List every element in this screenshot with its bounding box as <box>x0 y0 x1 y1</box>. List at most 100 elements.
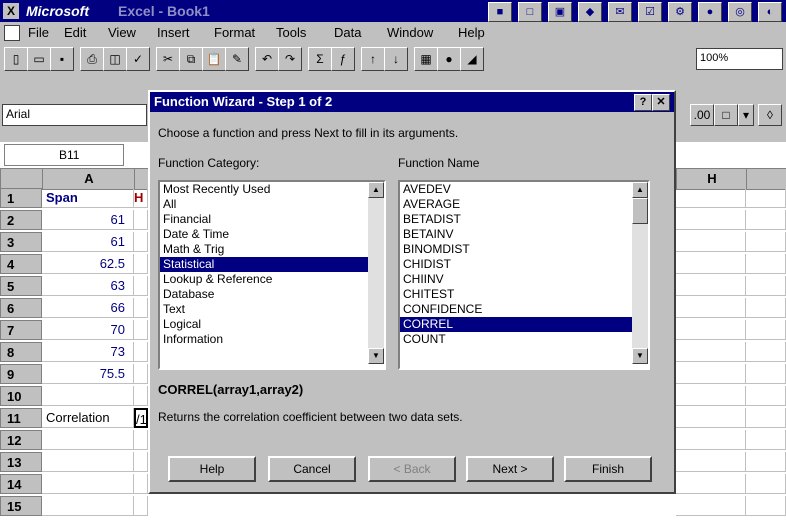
sort-ascending-icon[interactable]: ↑ <box>361 47 385 71</box>
cell-a3[interactable]: 61 <box>42 232 134 252</box>
menu-file[interactable]: File <box>28 25 49 40</box>
cell-b13[interactable] <box>134 452 148 472</box>
cell-b6[interactable] <box>134 298 148 318</box>
cell-b12[interactable] <box>134 430 148 450</box>
zoom-select[interactable]: 100% <box>696 48 783 70</box>
cell-i3[interactable] <box>746 232 786 252</box>
select-all-corner[interactable] <box>0 168 44 190</box>
cell-h6[interactable] <box>676 298 746 318</box>
cell-a2[interactable]: 61 <box>42 210 134 230</box>
map-icon[interactable]: ● <box>437 47 461 71</box>
borders-icon[interactable]: □ <box>714 104 738 126</box>
row-header[interactable]: 15 <box>0 496 42 516</box>
menu-view[interactable]: View <box>108 25 136 40</box>
row-header[interactable]: 12 <box>0 430 42 450</box>
row-header[interactable]: 1 <box>0 188 42 208</box>
row-header[interactable]: 13 <box>0 452 42 472</box>
scroll-up-icon[interactable]: ▲ <box>368 182 384 198</box>
menu-help[interactable]: Help <box>458 25 485 40</box>
cell-a15[interactable] <box>42 496 134 516</box>
save-icon[interactable]: ▪ <box>50 47 74 71</box>
cell-b15[interactable] <box>134 496 148 516</box>
cell-b4[interactable] <box>134 254 148 274</box>
cell-h9[interactable] <box>676 364 746 384</box>
cancel-button[interactable]: Cancel <box>268 456 356 482</box>
cell-b14[interactable] <box>134 474 148 494</box>
cell-h10[interactable] <box>676 386 746 406</box>
spelling-icon[interactable]: ✓ <box>126 47 150 71</box>
function-item[interactable]: CHIDIST <box>400 257 648 272</box>
cell-h3[interactable] <box>676 232 746 252</box>
cell-i10[interactable] <box>746 386 786 406</box>
cell-b8[interactable] <box>134 342 148 362</box>
function-item[interactable]: CONFIDENCE <box>400 302 648 317</box>
menu-format[interactable]: Format <box>214 25 255 40</box>
cell-a11[interactable]: Correlation <box>42 408 134 428</box>
finish-button[interactable]: Finish <box>564 456 652 482</box>
cell-a6[interactable]: 66 <box>42 298 134 318</box>
category-item[interactable]: Most Recently Used <box>160 182 384 197</box>
function-wizard-icon[interactable]: ƒ <box>331 47 355 71</box>
row-header[interactable]: 2 <box>0 210 42 230</box>
function-item[interactable]: BETADIST <box>400 212 648 227</box>
chart-wizard-icon[interactable]: ▦ <box>414 47 438 71</box>
cell-i1[interactable] <box>746 188 786 208</box>
cell-i11[interactable] <box>746 408 786 428</box>
scroll-down-icon[interactable]: ▼ <box>632 348 648 364</box>
cell-h14[interactable] <box>676 474 746 494</box>
function-item[interactable]: AVEDEV <box>400 182 648 197</box>
document-icon[interactable] <box>4 25 20 41</box>
category-item[interactable]: Information <box>160 332 384 347</box>
taskbar-icon-5[interactable]: ✉ <box>608 2 632 22</box>
cell-h1[interactable] <box>676 188 746 208</box>
menu-insert[interactable]: Insert <box>157 25 190 40</box>
column-header-h[interactable]: H <box>676 168 748 190</box>
cell-a5[interactable]: 63 <box>42 276 134 296</box>
cell-a14[interactable] <box>42 474 134 494</box>
function-scrollbar[interactable]: ▲ ▼ <box>632 182 648 364</box>
redo-icon[interactable]: ↷ <box>278 47 302 71</box>
function-category-list[interactable]: Most Recently Used All Financial Date & Tim… <box>158 180 386 370</box>
cell-i5[interactable] <box>746 276 786 296</box>
row-header[interactable]: 11 <box>0 408 42 428</box>
cell-a7[interactable]: 70 <box>42 320 134 340</box>
row-header[interactable]: 8 <box>0 342 42 362</box>
category-scrollbar[interactable]: ▲ ▼ <box>368 182 384 364</box>
cell-a10[interactable] <box>42 386 134 406</box>
function-item[interactable]: BETAINV <box>400 227 648 242</box>
cell-b9[interactable] <box>134 364 148 384</box>
row-header[interactable]: 4 <box>0 254 42 274</box>
category-item[interactable]: Database <box>160 287 384 302</box>
cell-i14[interactable] <box>746 474 786 494</box>
category-item[interactable]: Date & Time <box>160 227 384 242</box>
cell-i12[interactable] <box>746 430 786 450</box>
taskbar-icon-3[interactable]: ▣ <box>548 2 572 22</box>
cell-a13[interactable] <box>42 452 134 472</box>
column-header-i[interactable] <box>746 168 786 190</box>
excel-app-icon[interactable]: X <box>3 3 19 19</box>
cell-a1[interactable]: Span <box>42 188 134 208</box>
cell-h2[interactable] <box>676 210 746 230</box>
next-button[interactable]: Next > <box>466 456 554 482</box>
category-item[interactable]: All <box>160 197 384 212</box>
cell-h15[interactable] <box>676 496 746 516</box>
menu-tools[interactable]: Tools <box>276 25 306 40</box>
help-button[interactable]: Help <box>168 456 256 482</box>
cell-b1[interactable]: H <box>134 188 148 208</box>
drawing-icon[interactable]: ◢ <box>460 47 484 71</box>
format-painter-icon[interactable]: ✎ <box>225 47 249 71</box>
name-box[interactable]: B11 <box>4 144 124 166</box>
cell-b2[interactable] <box>134 210 148 230</box>
menu-edit[interactable]: Edit <box>64 25 86 40</box>
row-header[interactable]: 7 <box>0 320 42 340</box>
close-icon[interactable]: ✕ <box>652 94 670 111</box>
scroll-down-icon[interactable]: ▼ <box>368 348 384 364</box>
sort-descending-icon[interactable]: ↓ <box>384 47 408 71</box>
row-header[interactable]: 5 <box>0 276 42 296</box>
cell-h4[interactable] <box>676 254 746 274</box>
function-item[interactable]: CHIINV <box>400 272 648 287</box>
cell-i15[interactable] <box>746 496 786 516</box>
function-item[interactable]: AVERAGE <box>400 197 648 212</box>
cell-i4[interactable] <box>746 254 786 274</box>
cell-b5[interactable] <box>134 276 148 296</box>
